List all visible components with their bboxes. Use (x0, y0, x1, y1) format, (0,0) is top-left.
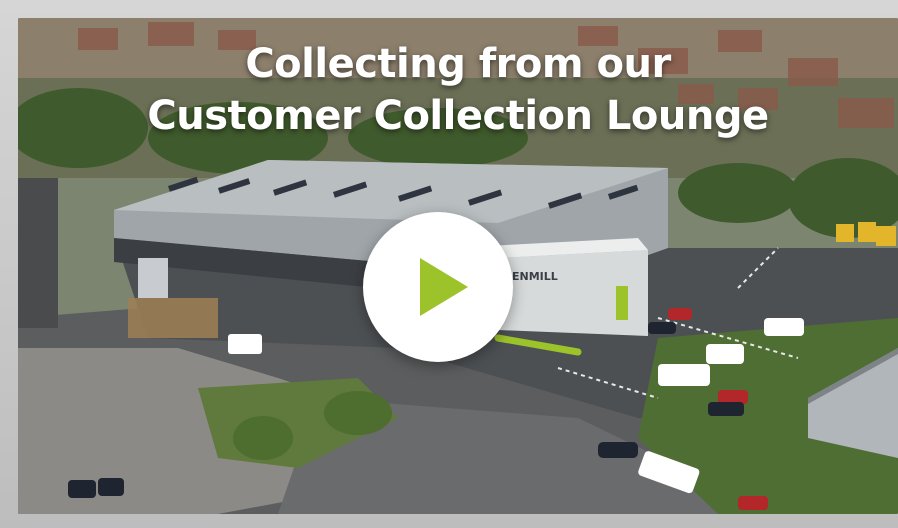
building-sign: ENMILL (512, 270, 558, 283)
video-player[interactable]: ENMILL Collecting from our Customer Coll… (18, 18, 898, 514)
play-icon (420, 258, 468, 316)
title-line-1: Collecting from our (245, 41, 671, 87)
video-frame: ENMILL Collecting from our Customer Coll… (0, 0, 898, 528)
title-line-2: Customer Collection Lounge (147, 93, 769, 139)
play-button[interactable] (363, 212, 513, 362)
video-title: Collecting from our Customer Collection … (18, 38, 898, 142)
